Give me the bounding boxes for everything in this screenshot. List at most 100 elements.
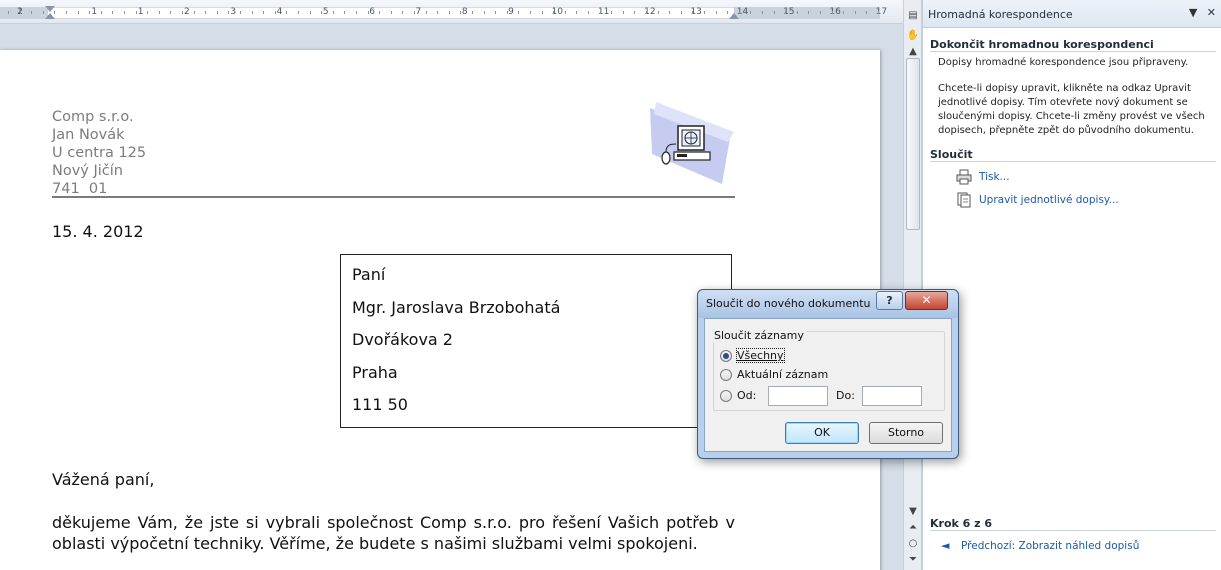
ruler-tick: [77, 11, 79, 14]
ruler-tick: [42, 11, 44, 14]
ruler-tick: [402, 11, 404, 14]
ruler-tick: [170, 11, 172, 14]
merge-to-new-document-dialog: Sloučit do nového dokumentu ? ✕ Sloučit …: [697, 289, 959, 459]
recipient-salutation: Paní: [352, 265, 386, 284]
ruler-tick: [564, 11, 566, 14]
ruler-tick: [576, 11, 578, 14]
ruler-tick: [843, 11, 845, 14]
recipient-street: Dvořákova 2: [352, 330, 453, 349]
radio-all-text: Všechny: [737, 349, 784, 362]
ruler-tick: [518, 11, 520, 14]
ruler-right-margin: [734, 7, 880, 19]
scrollbar-thumb[interactable]: [906, 58, 920, 230]
ruler-tick: [89, 11, 91, 14]
ruler-tick: [298, 11, 299, 14]
ruler-tick: [622, 11, 624, 14]
vertical-scrollbar[interactable]: ▤ ✋ ▲ ▼ ⏶ ○ ⏷: [903, 0, 922, 570]
ruler-tick: [820, 11, 821, 14]
radio-all-label[interactable]: Všechny: [736, 348, 785, 363]
ruler-tick: [321, 11, 323, 14]
merge-records-title: Sloučit záznamy: [712, 329, 806, 342]
ruler-tick: [750, 11, 752, 14]
ruler-tick: [854, 11, 856, 14]
ruler-tick: [715, 11, 717, 14]
ruler-number: 8: [461, 7, 468, 17]
edit-document-icon[interactable]: [956, 192, 972, 208]
ruler-number: 13: [690, 7, 702, 17]
ruler-tick: [216, 11, 218, 14]
task-pane-titlebar: Hromadná korespondence ▼ ✕: [923, 0, 1221, 28]
to-input[interactable]: [862, 386, 922, 406]
merge-heading: Sloučit: [930, 148, 973, 161]
task-pane-close-icon[interactable]: ✕: [1207, 6, 1216, 19]
scroll-down-icon[interactable]: ▼: [905, 504, 921, 520]
ruler-tick: [796, 11, 798, 14]
recipient-address-box[interactable]: Paní Mgr. Jaroslava Brzobohatá Dvořákova…: [340, 254, 732, 428]
ruler-tick: [553, 11, 555, 14]
from-input[interactable]: [768, 386, 828, 406]
ruler-tick: [414, 11, 415, 14]
previous-page-icon[interactable]: ⏶: [905, 520, 921, 536]
previous-step-link[interactable]: Předchozí: Zobrazit náhled dopisů: [961, 540, 1139, 552]
ruler-tick: [344, 11, 346, 14]
dialog-titlebar[interactable]: Sloučit do nového dokumentu ? ✕: [698, 290, 958, 318]
ruler-number: 6: [369, 7, 375, 17]
back-arrow-icon[interactable]: ◄: [941, 539, 949, 552]
task-pane-controls: ▼ ✕: [1183, 6, 1216, 19]
section-divider: [930, 161, 1216, 162]
section-divider: [930, 51, 1216, 52]
ruler-tick: [147, 11, 149, 14]
ruler-number: 17: [875, 7, 888, 17]
ruler-number: 7: [415, 7, 422, 17]
help-button[interactable]: ?: [876, 291, 903, 310]
ruler-toggle-icon[interactable]: ▤: [905, 8, 921, 24]
ruler-number: 14: [736, 7, 749, 17]
ruler-tick: [54, 11, 56, 14]
task-pane-menu-icon[interactable]: ▼: [1189, 6, 1197, 19]
step-label: Krok 6 z 6: [930, 517, 993, 530]
letter-date: 15. 4. 2012: [52, 222, 144, 241]
ruler-tick: [866, 11, 868, 14]
pan-hand-icon[interactable]: ✋: [905, 28, 921, 44]
ruler-number: 12: [644, 7, 656, 17]
merge-instructions: Chcete-li dopisy upravit, klikněte na od…: [938, 83, 1205, 136]
ruler-tick: [831, 11, 833, 14]
radio-current-record-label[interactable]: Aktuální záznam: [737, 368, 828, 381]
ruler-tick: [727, 11, 729, 14]
dialog-body: Sloučit záznamy Všechny Aktuální záznam …: [704, 318, 952, 452]
ruler-tick: [762, 11, 763, 14]
ruler-tick: [878, 11, 879, 14]
radio-from[interactable]: [720, 390, 732, 402]
computer-logo-icon: [650, 102, 734, 184]
section-divider: [930, 530, 1216, 531]
ruler-tick: [379, 11, 381, 14]
ruler-tick: [367, 11, 369, 14]
ruler-tick: [274, 11, 276, 14]
radio-from-label[interactable]: Od:: [737, 389, 756, 402]
ruler-tick: [773, 11, 775, 14]
print-link[interactable]: Tisk...: [979, 171, 1010, 183]
ruler-tick: [483, 11, 485, 14]
to-label: Do:: [836, 389, 855, 402]
ruler-tick: [692, 11, 694, 14]
next-page-icon[interactable]: ⏷: [905, 552, 921, 568]
ruler-tick: [66, 11, 67, 14]
close-button[interactable]: ✕: [905, 291, 948, 310]
ruler-tick: [193, 11, 195, 14]
horizontal-ruler[interactable]: 1211234567891011121314151617: [0, 0, 903, 24]
radio-current-record[interactable]: [720, 369, 732, 381]
ruler-tick: [506, 11, 508, 14]
ruler-tick: [135, 11, 137, 14]
ok-button[interactable]: OK: [785, 422, 859, 444]
edit-letters-link[interactable]: Upravit jednotlivé dopisy...: [979, 194, 1119, 206]
printer-icon[interactable]: [956, 169, 972, 185]
radio-all[interactable]: [720, 350, 732, 362]
ruler-tick: [228, 11, 230, 14]
ruler-tick: [599, 11, 601, 14]
ruler-tick: [158, 11, 160, 14]
cancel-button[interactable]: Storno: [869, 422, 943, 444]
ruler-tick: [286, 11, 288, 14]
ruler-tick: [425, 11, 427, 14]
browse-object-icon[interactable]: ○: [905, 536, 921, 552]
ruler-tick: [182, 11, 183, 14]
